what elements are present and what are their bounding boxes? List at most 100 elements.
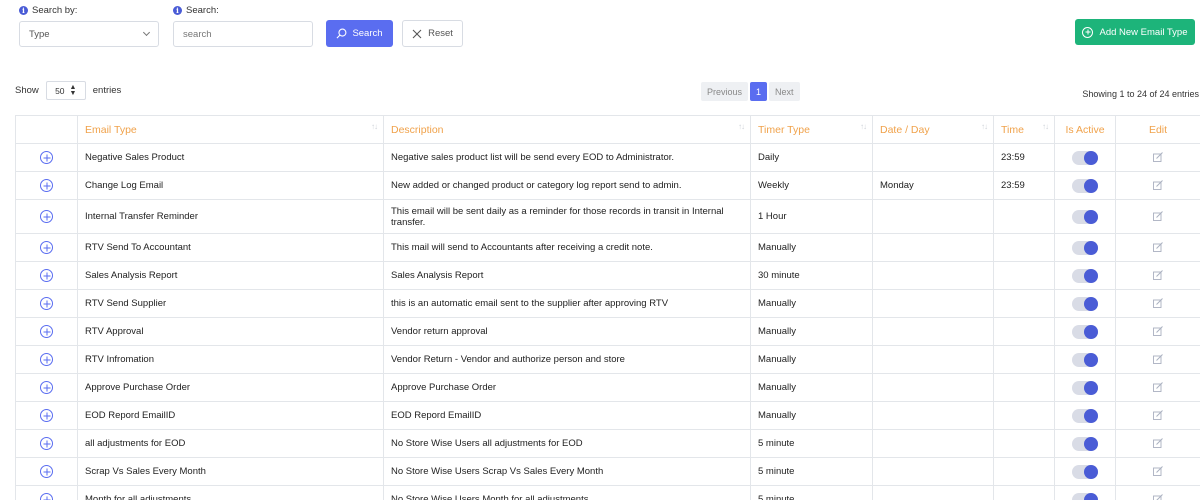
date-day-cell bbox=[872, 233, 994, 262]
edit-cell bbox=[1115, 429, 1200, 458]
expand-row-icon[interactable] bbox=[40, 381, 53, 394]
active-toggle[interactable] bbox=[1072, 492, 1098, 500]
add-email-type-button[interactable]: Add New Email Type bbox=[1075, 19, 1195, 45]
time-cell bbox=[993, 261, 1055, 290]
expand-cell bbox=[15, 485, 78, 500]
table-row: Negative Sales Product Negative sales pro… bbox=[15, 143, 1200, 172]
email-types-panel: i Search by: i Search: Type Search Reset… bbox=[0, 0, 1200, 500]
expand-row-icon[interactable] bbox=[40, 409, 53, 422]
search-by-label: i Search by: bbox=[19, 5, 77, 16]
page-length-select[interactable]: 50 ▲ ▼ bbox=[45, 81, 86, 100]
expand-row-icon[interactable] bbox=[40, 269, 53, 282]
is-active-cell bbox=[1054, 345, 1116, 374]
info-icon: i bbox=[19, 6, 28, 15]
edit-icon[interactable] bbox=[1153, 298, 1163, 309]
date-day-cell bbox=[872, 401, 994, 430]
toggle-knob bbox=[1084, 150, 1098, 165]
edit-icon[interactable] bbox=[1153, 438, 1163, 449]
edit-icon[interactable] bbox=[1153, 410, 1163, 421]
edit-icon[interactable] bbox=[1153, 466, 1163, 477]
table-header-row: Email Type ↑↓ Description ↑↓ Timer Type ↑↓ … bbox=[15, 115, 1200, 144]
expand-cell bbox=[15, 401, 78, 430]
active-toggle[interactable] bbox=[1072, 240, 1098, 255]
toggle-knob bbox=[1084, 492, 1098, 500]
search-input[interactable] bbox=[173, 21, 313, 47]
active-toggle[interactable] bbox=[1072, 209, 1098, 224]
expand-row-icon[interactable] bbox=[40, 241, 53, 254]
column-header-timer-type[interactable]: Timer Type ↑↓ bbox=[750, 115, 873, 144]
column-header-email-type[interactable]: Email Type ↑↓ bbox=[77, 115, 384, 144]
date-day-cell bbox=[872, 373, 994, 402]
expand-row-icon[interactable] bbox=[40, 353, 53, 366]
time-cell bbox=[993, 485, 1055, 500]
edit-icon[interactable] bbox=[1153, 326, 1163, 337]
expand-row-icon[interactable] bbox=[40, 325, 53, 338]
edit-icon[interactable] bbox=[1153, 270, 1163, 281]
expand-cell bbox=[15, 289, 78, 318]
expand-row-icon[interactable] bbox=[40, 297, 53, 310]
info-icon: i bbox=[173, 6, 182, 15]
column-header-description[interactable]: Description ↑↓ bbox=[383, 115, 751, 144]
length-control: Show 50 ▲ ▼ entries bbox=[15, 81, 121, 100]
expand-row-icon[interactable] bbox=[40, 465, 53, 478]
expand-row-icon[interactable] bbox=[40, 179, 53, 192]
reset-button[interactable]: Reset bbox=[402, 20, 463, 47]
edit-icon[interactable] bbox=[1153, 180, 1163, 191]
active-toggle[interactable] bbox=[1072, 380, 1098, 395]
edit-cell bbox=[1115, 401, 1200, 430]
search-by-select[interactable]: Type bbox=[19, 21, 159, 47]
expand-row-icon[interactable] bbox=[40, 151, 53, 164]
is-active-cell bbox=[1054, 457, 1116, 486]
active-toggle[interactable] bbox=[1072, 324, 1098, 339]
is-active-cell bbox=[1054, 317, 1116, 346]
edit-icon[interactable] bbox=[1153, 242, 1163, 253]
email-type-cell: Sales Analysis Report bbox=[77, 261, 384, 290]
next-page-button[interactable]: Next bbox=[769, 82, 800, 101]
edit-icon[interactable] bbox=[1153, 494, 1163, 500]
time-cell bbox=[993, 289, 1055, 318]
email-type-cell: Negative Sales Product bbox=[77, 143, 384, 172]
page-1-button[interactable]: 1 bbox=[750, 82, 768, 101]
column-header-date-day[interactable]: Date / Day ↑↓ bbox=[872, 115, 994, 144]
table-row: RTV Approval Vendor return approval Manual… bbox=[15, 317, 1200, 346]
description-cell: Negative sales product list will be send… bbox=[383, 143, 751, 172]
active-toggle[interactable] bbox=[1072, 436, 1098, 451]
table-row: RTV Send To Accountant This mail will sen… bbox=[15, 233, 1200, 262]
expand-cell bbox=[15, 143, 78, 172]
timer-type-cell: Manually bbox=[750, 401, 873, 430]
time-cell bbox=[993, 401, 1055, 430]
showing-info: Showing 1 to 24 of 24 entries bbox=[1082, 89, 1199, 99]
chevron-down-icon bbox=[142, 28, 151, 37]
search-label: i Search: bbox=[173, 5, 219, 16]
search-button[interactable]: Search bbox=[326, 20, 393, 47]
active-toggle[interactable] bbox=[1072, 150, 1098, 165]
sort-icon: ↑↓ bbox=[981, 122, 988, 131]
active-toggle[interactable] bbox=[1072, 178, 1098, 193]
edit-icon[interactable] bbox=[1153, 354, 1163, 365]
active-toggle[interactable] bbox=[1072, 408, 1098, 423]
edit-icon[interactable] bbox=[1153, 211, 1163, 222]
expand-row-icon[interactable] bbox=[40, 493, 53, 500]
active-toggle[interactable] bbox=[1072, 296, 1098, 311]
is-active-cell bbox=[1054, 143, 1116, 172]
description-cell: Vendor return approval bbox=[383, 317, 751, 346]
email-type-cell: all adjustments for EOD bbox=[77, 429, 384, 458]
search-icon bbox=[336, 28, 347, 39]
edit-icon[interactable] bbox=[1153, 152, 1163, 163]
expand-cell bbox=[15, 429, 78, 458]
date-day-cell: Monday bbox=[872, 171, 994, 200]
email-type-cell: EOD Repord EmailID bbox=[77, 401, 384, 430]
active-toggle[interactable] bbox=[1072, 464, 1098, 479]
column-header-time[interactable]: Time ↑↓ bbox=[993, 115, 1055, 144]
date-day-cell bbox=[872, 199, 994, 234]
previous-page-button[interactable]: Previous bbox=[701, 82, 749, 101]
active-toggle[interactable] bbox=[1072, 268, 1098, 283]
edit-cell bbox=[1115, 317, 1200, 346]
active-toggle[interactable] bbox=[1072, 352, 1098, 367]
time-cell: 23:59 bbox=[993, 171, 1055, 200]
edit-icon[interactable] bbox=[1153, 382, 1163, 393]
expand-row-icon[interactable] bbox=[40, 210, 53, 223]
expand-row-icon[interactable] bbox=[40, 437, 53, 450]
edit-cell bbox=[1115, 199, 1200, 234]
timer-type-cell: Manually bbox=[750, 289, 873, 318]
